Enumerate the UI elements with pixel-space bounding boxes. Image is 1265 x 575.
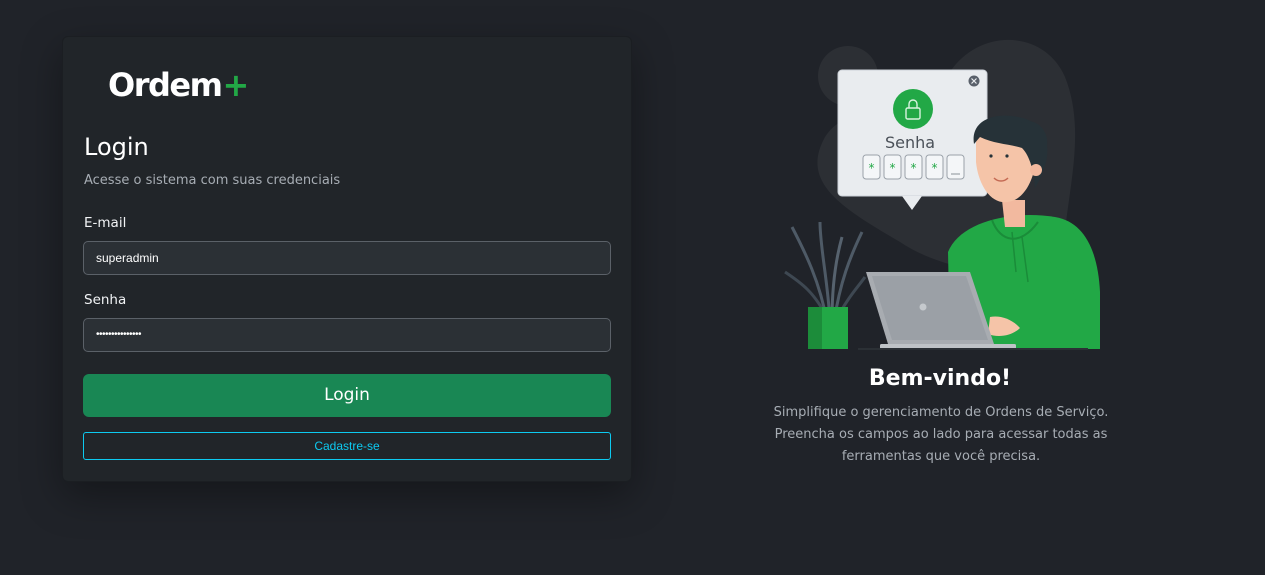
welcome-line-1: Simplifique o gerenciamento de Ordens de…	[773, 405, 1109, 420]
brand-name: Ordem	[108, 66, 223, 104]
welcome-line-2: Preencha os campos ao lado para acessar …	[774, 427, 1108, 442]
password-label: Senha	[84, 292, 127, 308]
login-subtitle: Acesse o sistema com suas credenciais	[84, 173, 341, 188]
svg-text:*: *	[911, 161, 917, 175]
welcome-illustration: Senha * * * *	[784, 39, 1100, 350]
brand-plus: +	[222, 66, 249, 104]
brand-logo: Ordem+	[108, 66, 249, 104]
welcome-line-3: ferramentas que você precisa.	[841, 449, 1041, 464]
pin-boxes: * * * *	[862, 154, 965, 180]
popup-title: Senha	[885, 133, 935, 152]
svg-text:*: *	[869, 161, 875, 175]
welcome-title: Bem-vindo!	[868, 366, 1012, 391]
password-field[interactable]: •••••••••••••••	[83, 318, 611, 352]
email-label: E-mail	[84, 215, 127, 231]
login-title: Login	[84, 133, 149, 161]
register-button[interactable]: Cadastre-se	[83, 432, 611, 460]
svg-text:*: *	[890, 161, 896, 175]
plant	[784, 221, 867, 349]
login-card: Ordem+ Login Acesse o sistema com suas c…	[62, 36, 632, 482]
email-field[interactable]: superadmin	[83, 241, 611, 275]
password-popup: Senha * * * *	[837, 69, 988, 210]
welcome-description: Simplifique o gerenciamento de Ordens de…	[740, 402, 1142, 468]
login-button[interactable]: Login	[83, 374, 611, 417]
svg-text:*: *	[932, 161, 938, 175]
